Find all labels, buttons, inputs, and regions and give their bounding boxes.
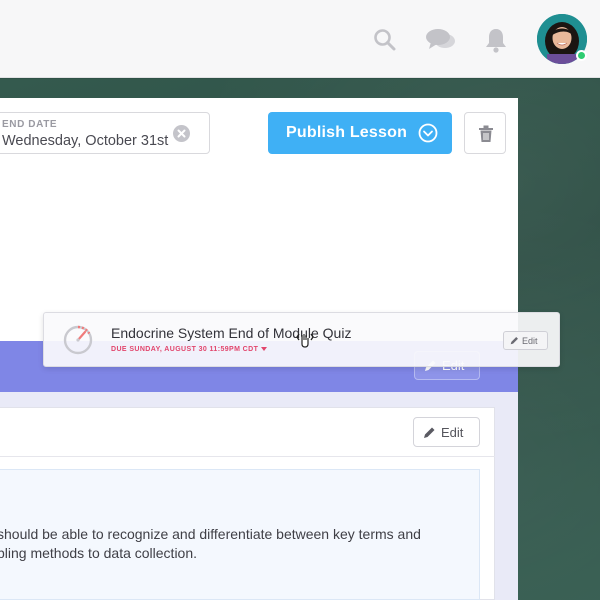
pencil-icon xyxy=(424,427,435,438)
trash-icon xyxy=(479,125,493,142)
caret-down-icon xyxy=(261,347,268,352)
description-line: pling methods to data collection. xyxy=(0,545,198,561)
card-divider xyxy=(0,456,495,457)
grab-cursor-icon xyxy=(295,331,315,349)
quiz-title: Endocrine System End of Module Quiz xyxy=(111,325,352,341)
end-date-value: Wednesday, October 31st xyxy=(2,133,169,149)
delete-lesson-button[interactable] xyxy=(464,112,506,154)
pencil-icon xyxy=(510,337,518,345)
publish-lesson-label: Publish Lesson xyxy=(286,124,408,141)
online-status-dot xyxy=(576,50,587,61)
quiz-timer-icon xyxy=(61,322,95,356)
quiz-edit-button[interactable]: Edit xyxy=(503,331,548,350)
top-bar xyxy=(0,0,600,78)
end-date-field[interactable]: END DATE Wednesday, October 31st xyxy=(0,112,210,154)
search-icon[interactable] xyxy=(371,26,399,54)
chat-icon[interactable] xyxy=(425,26,457,54)
clear-date-icon[interactable] xyxy=(173,125,190,142)
description-box: should be able to recognize and differen… xyxy=(0,469,480,600)
bell-icon[interactable] xyxy=(482,26,510,54)
publish-lesson-button[interactable]: Publish Lesson xyxy=(268,112,452,154)
end-date-label: END DATE xyxy=(2,119,58,130)
user-avatar[interactable] xyxy=(537,14,587,64)
quiz-due-date[interactable]: DUE SUNDAY, AUGUST 30 11:59PM CDT xyxy=(111,346,268,353)
card-edit-label: Edit xyxy=(441,425,464,440)
description-line: should be able to recognize and differen… xyxy=(0,526,421,542)
chevron-down-icon[interactable] xyxy=(418,123,438,143)
quiz-edit-label: Edit xyxy=(522,336,538,346)
card-edit-button[interactable]: Edit xyxy=(413,417,480,447)
quiz-due-text: DUE SUNDAY, AUGUST 30 11:59PM CDT xyxy=(111,346,259,353)
